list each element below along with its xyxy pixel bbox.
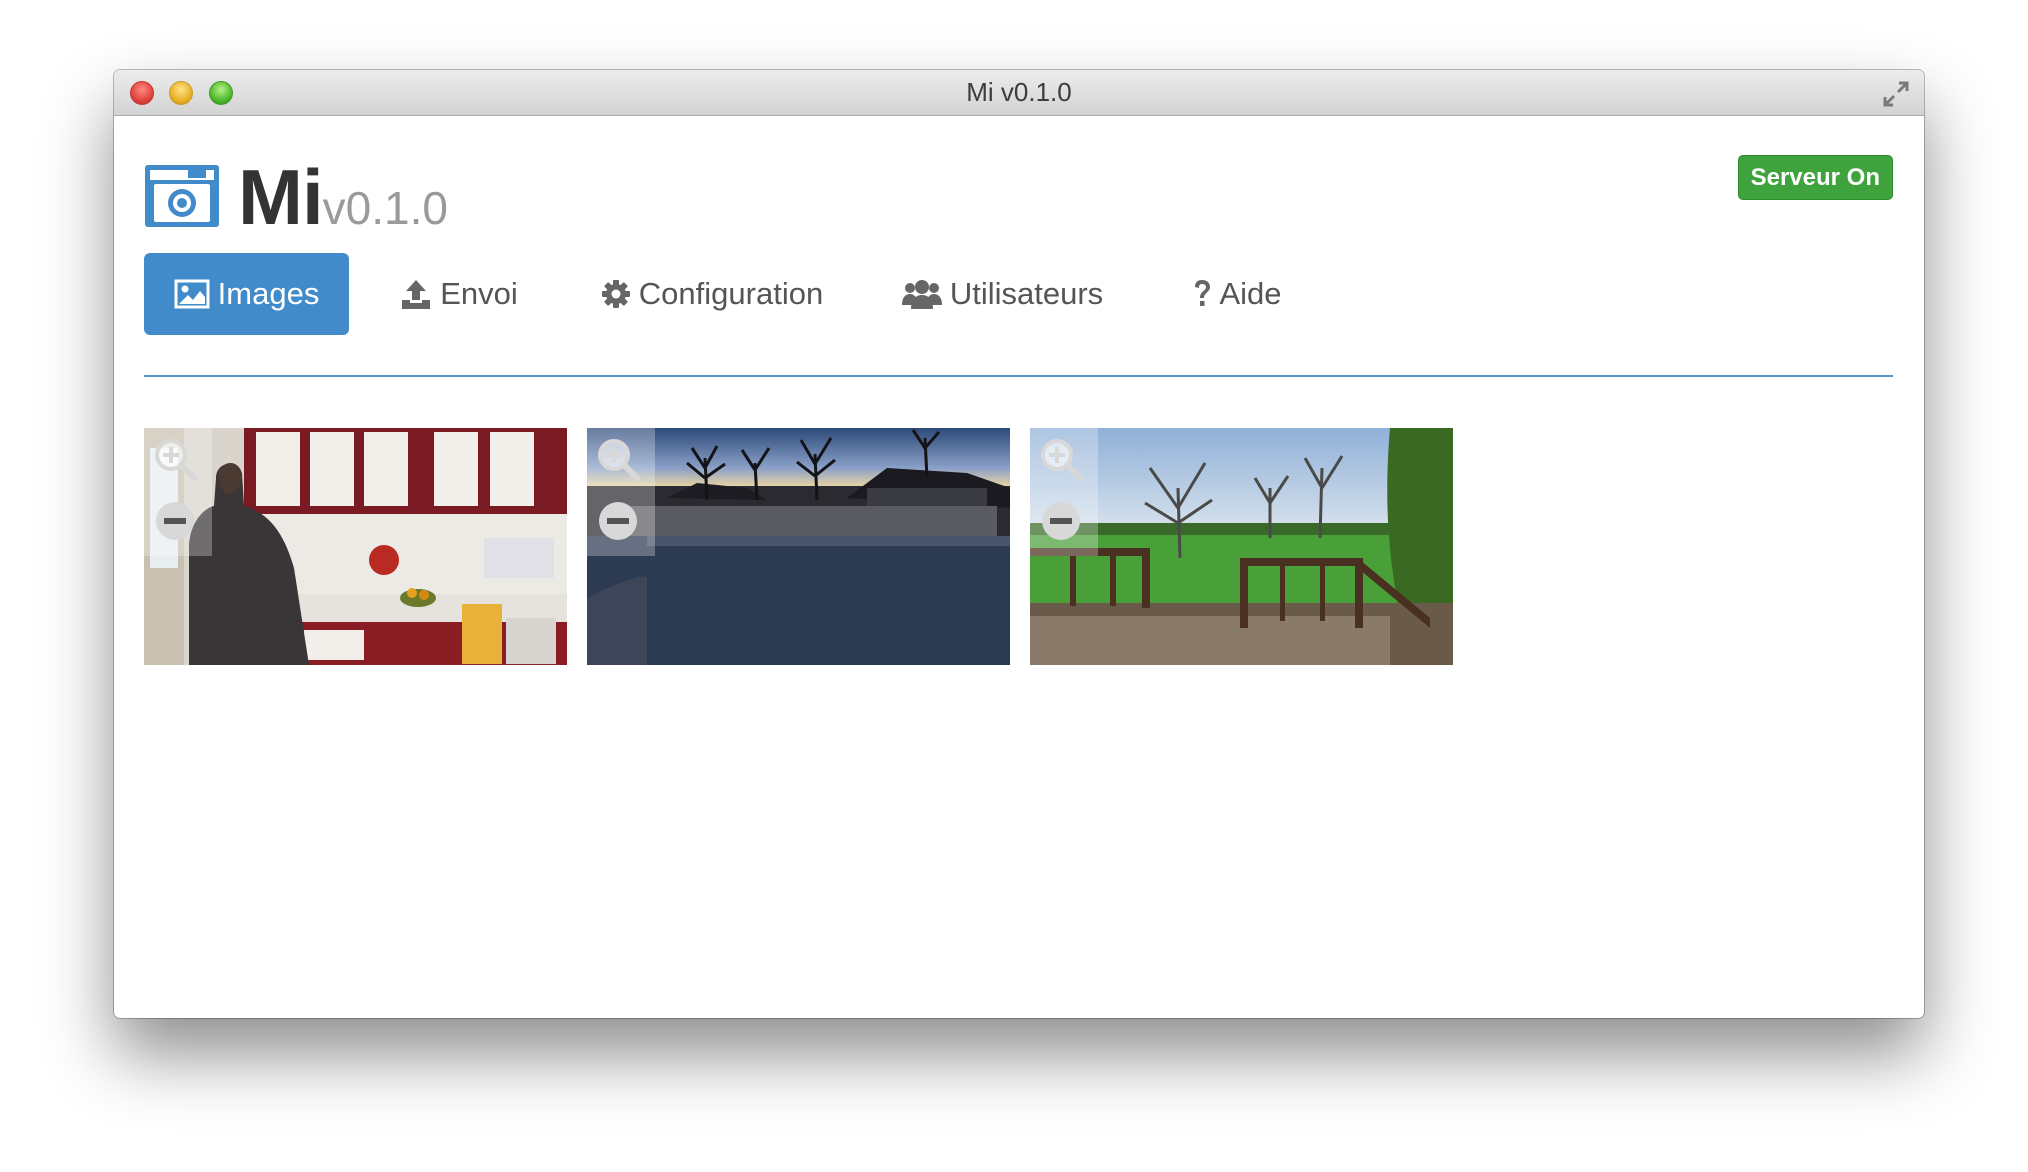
- gear-icon: [601, 280, 630, 308]
- gallery-image-street[interactable]: [587, 428, 1010, 665]
- app-heading: Miv0.1.0: [238, 152, 448, 252]
- zoom-controls: [587, 428, 655, 556]
- title-bar[interactable]: Mi v0.1.0: [114, 70, 1924, 116]
- tab-label: Images: [217, 276, 320, 311]
- tab-utilisateurs[interactable]: Utilisateurs: [900, 253, 1105, 335]
- zoom-in-icon[interactable]: [152, 436, 198, 482]
- window-title: Mi v0.1.0: [966, 77, 1072, 107]
- tab-aide[interactable]: Aide: [1180, 253, 1295, 335]
- tab-configuration[interactable]: Configuration: [592, 253, 832, 335]
- fullscreen-icon[interactable]: [1880, 78, 1912, 110]
- gallery-image-garden[interactable]: [1030, 428, 1453, 665]
- tab-label: Aide: [1219, 276, 1282, 311]
- app-window: Mi v0.1.0 Miv0.1.0 Serveur On Images Env…: [114, 70, 1924, 1018]
- tab-label: Envoi: [440, 276, 518, 311]
- zoom-out-icon[interactable]: [152, 498, 198, 544]
- gallery-image-kitchen[interactable]: [144, 428, 567, 665]
- tab-images[interactable]: Images: [144, 253, 349, 335]
- users-icon: [901, 280, 942, 309]
- nav-divider: [144, 375, 1893, 377]
- upload-icon: [402, 280, 431, 309]
- tab-label: Utilisateurs: [949, 276, 1104, 311]
- zoom-out-icon[interactable]: [595, 498, 641, 544]
- camera-logo-icon: [145, 165, 219, 227]
- zoom-controls: [144, 428, 212, 556]
- tab-envoi[interactable]: Envoi: [394, 253, 524, 335]
- server-status-badge: Serveur On: [1737, 155, 1893, 200]
- zoom-in-icon[interactable]: [595, 436, 641, 482]
- app-name: Mi: [238, 153, 324, 241]
- zoom-controls: [1030, 428, 1098, 556]
- question-icon: [1195, 280, 1211, 306]
- app-version: v0.1.0: [322, 182, 448, 234]
- tab-label: Configuration: [638, 276, 824, 311]
- zoom-in-icon[interactable]: [1038, 436, 1084, 482]
- image-icon: [174, 279, 210, 309]
- zoom-out-icon[interactable]: [1038, 498, 1084, 544]
